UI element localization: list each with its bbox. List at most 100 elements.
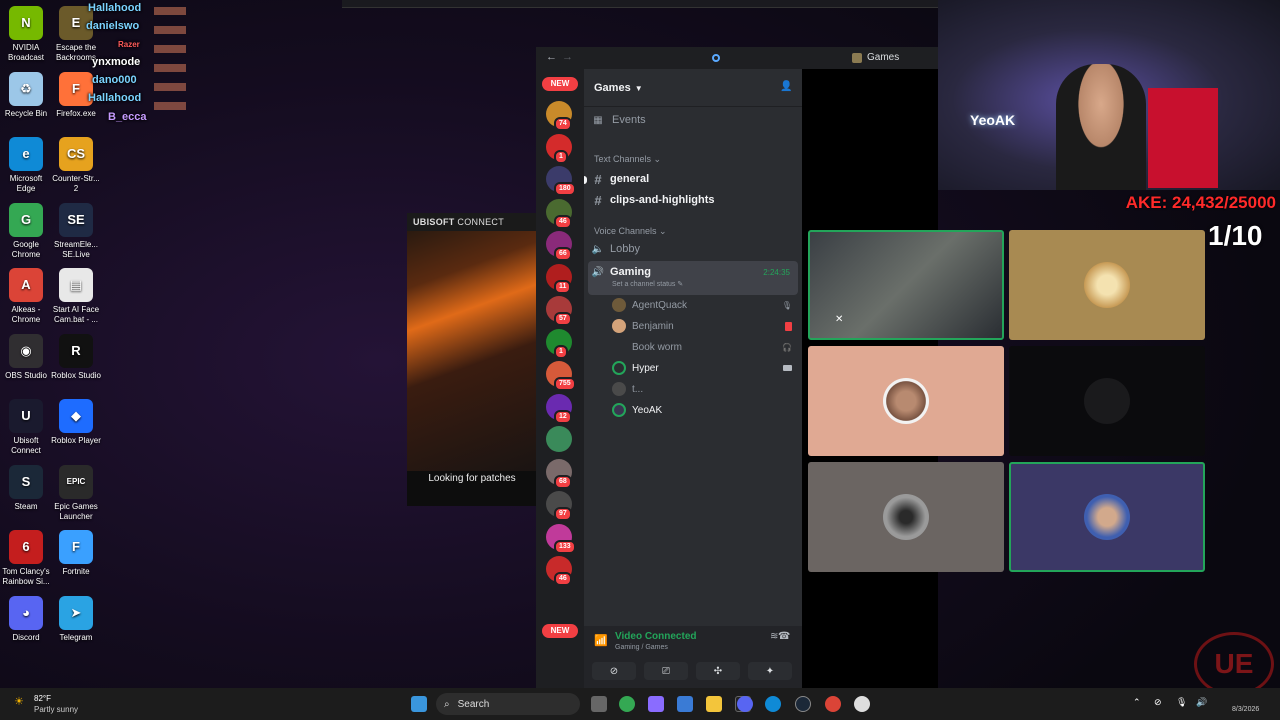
discord-taskbar-icon[interactable] — [737, 696, 753, 712]
ubisoft-taskbar-icon[interactable] — [854, 696, 870, 712]
server-icon[interactable] — [546, 426, 572, 452]
voice-user-name: t... — [632, 383, 644, 395]
desktop-icon-label: Discord — [12, 632, 40, 642]
voice-user[interactable]: t... — [612, 379, 792, 399]
channel-sidebar: Games ▼ 👤 ▦ Events Text Channels ⌄ # gen… — [584, 69, 802, 688]
ubisoft-header: UBISOFT CONNECT — [407, 213, 537, 231]
avatar — [1084, 494, 1130, 540]
calendar-icon: ▦ — [593, 114, 603, 126]
desktop-icon[interactable]: ◆ Roblox Player — [50, 399, 102, 446]
chrome-icon[interactable] — [619, 696, 635, 712]
video-tile[interactable]: ✕ — [835, 230, 1205, 340]
chat-username: dano000 — [92, 74, 137, 86]
desktop-icon[interactable]: e Microsoft Edge — [0, 137, 52, 194]
desktop-icon[interactable]: SE StreamEle... SE.Live — [50, 202, 102, 260]
voice-connection-panel: 📶 Video Connected Gaming / Games ≋ ☎ ⊘ ⎚… — [584, 626, 802, 688]
desktop-icon[interactable]: R Roblox Studio — [50, 333, 102, 381]
connection-channel[interactable]: Gaming / Games — [615, 644, 668, 651]
channel-gaming[interactable]: 🔊 Gaming 2:24:35 — [590, 262, 796, 282]
events-item[interactable]: ▦ Events — [590, 110, 796, 130]
app-icon: ◕ — [9, 595, 43, 630]
channel-status-hint[interactable]: Set a channel status ✎ — [612, 280, 683, 288]
desktop-icon-label: Telegram — [59, 632, 93, 642]
windows-start-icon[interactable] — [411, 696, 427, 712]
ubisoft-connect-window[interactable]: UBISOFT CONNECT Looking for patches — [407, 213, 537, 506]
ubisoft-status: Looking for patches — [428, 473, 516, 484]
avatar — [1084, 262, 1130, 308]
desktop-icon[interactable]: G Google Chrome — [0, 202, 52, 260]
chat-username: Hallahood — [88, 2, 142, 14]
share-screen-button[interactable]: ⎚ — [644, 662, 688, 680]
channel-status-label: Set a channel status — [612, 281, 676, 288]
desktop-icon[interactable]: ➤ Telegram — [50, 595, 102, 643]
connection-status: Video Connected — [615, 631, 697, 642]
desktop-icon[interactable]: U Ubisoft Connect — [0, 399, 52, 456]
task-view-icon[interactable] — [591, 696, 607, 712]
mention-badge: 74 — [554, 117, 572, 131]
desktop-icon[interactable]: E Escape the Backrooms — [50, 6, 102, 63]
cam-sign: YeoAK — [970, 112, 1016, 128]
network-icon[interactable]: ⊘ — [1154, 697, 1162, 708]
voice-user[interactable]: Book worm 🎧 — [612, 337, 792, 357]
back-arrow-icon[interactable]: ← — [546, 51, 557, 63]
file-explorer-icon[interactable] — [706, 696, 722, 712]
avatar — [883, 378, 929, 424]
avatar — [883, 494, 929, 540]
activities-button[interactable]: ✣ — [696, 662, 740, 680]
soundboard-button[interactable]: ✦ — [748, 662, 792, 680]
desktop-icon[interactable]: ▤ Start AI Face Cam.bat - ... — [50, 268, 102, 325]
camera-off-button[interactable]: ⊘ — [592, 662, 636, 680]
video-tile[interactable] — [1009, 462, 1205, 572]
desktop-icon[interactable]: ◉ OBS Studio — [0, 333, 52, 381]
voice-category[interactable]: Voice Channels ⌄ — [594, 226, 667, 237]
volume-icon[interactable]: 🔊 — [1196, 697, 1207, 708]
disconnect-icon[interactable]: ☎ — [778, 631, 790, 642]
steam-taskbar-icon[interactable] — [795, 696, 811, 712]
edge-taskbar-icon[interactable] — [765, 696, 781, 712]
mention-badge: 180 — [554, 182, 576, 196]
weather-widget[interactable]: ☀ 82°F Partly sunny — [10, 692, 90, 716]
tray-chevron-icon[interactable]: ⌃ — [1133, 697, 1141, 708]
taskbar-search[interactable]: ⌕ Search — [436, 693, 580, 715]
channel-general[interactable]: # general — [590, 169, 796, 189]
server-header[interactable]: Games ▼ — [594, 79, 794, 97]
invite-people-icon[interactable]: 👤 — [780, 81, 792, 92]
desktop-icon[interactable]: N NVIDIA Broadcast — [0, 6, 52, 63]
screen-share-icon: ⎚ — [662, 665, 670, 677]
voice-user[interactable]: Benjamin — [612, 316, 792, 336]
video-tile[interactable] — [808, 462, 1004, 572]
follower-goal-counter: AKE: 24,432/25000 — [1125, 193, 1276, 212]
desktop-icon[interactable]: F Fortnite — [50, 530, 102, 577]
store-icon[interactable] — [677, 696, 693, 712]
desktop-icon[interactable]: A Alkeas - Chrome — [0, 268, 52, 325]
desktop-icon[interactable]: S Steam — [0, 464, 52, 512]
desktop-icon-label: Fortnite — [62, 567, 90, 576]
desktop-icon-label: Counter-Str... 2 — [52, 174, 100, 193]
mic-icon[interactable]: 🎙 — [1176, 697, 1187, 708]
channel-lobby[interactable]: 🔈 Lobby — [590, 239, 796, 259]
desktop-icon-label: Google Chrome — [11, 239, 41, 259]
copilot-icon[interactable] — [648, 696, 664, 712]
desktop-icon[interactable]: EPIC Epic Games Launcher — [50, 464, 102, 522]
channel-label: Gaming — [610, 266, 651, 278]
desktop-icon[interactable]: 6 Tom Clancy's Rainbow Si... — [0, 530, 52, 587]
forward-arrow-icon[interactable]: → — [562, 51, 573, 63]
mention-badge: 133 — [554, 539, 576, 554]
voice-user[interactable]: AgentQuack 🎙 — [612, 295, 792, 315]
app-icon: ◉ — [9, 333, 43, 368]
chrome-taskbar-icon[interactable] — [825, 696, 841, 712]
video-tile[interactable] — [808, 346, 1004, 456]
voice-timer: 2:24:35 — [763, 267, 790, 277]
voice-user-name: Benjamin — [632, 320, 674, 332]
desktop-icon[interactable]: ◕ Discord — [0, 595, 52, 643]
video-tile[interactable] — [1009, 346, 1205, 456]
text-category[interactable]: Text Channels ⌄ — [594, 154, 661, 165]
voice-user[interactable]: YeoAK — [612, 400, 792, 420]
voice-user[interactable]: Hyper — [612, 358, 792, 378]
chat-username: ynxmode — [92, 56, 141, 68]
avatar — [612, 298, 626, 312]
desktop-icon[interactable]: ♻ Recycle Bin — [0, 71, 52, 119]
desktop-icon[interactable]: CS Counter-Str... 2 — [50, 137, 102, 194]
channel-clips-and-highlights[interactable]: # clips-and-highlights — [590, 190, 796, 210]
hashtag-icon: # — [594, 192, 602, 208]
